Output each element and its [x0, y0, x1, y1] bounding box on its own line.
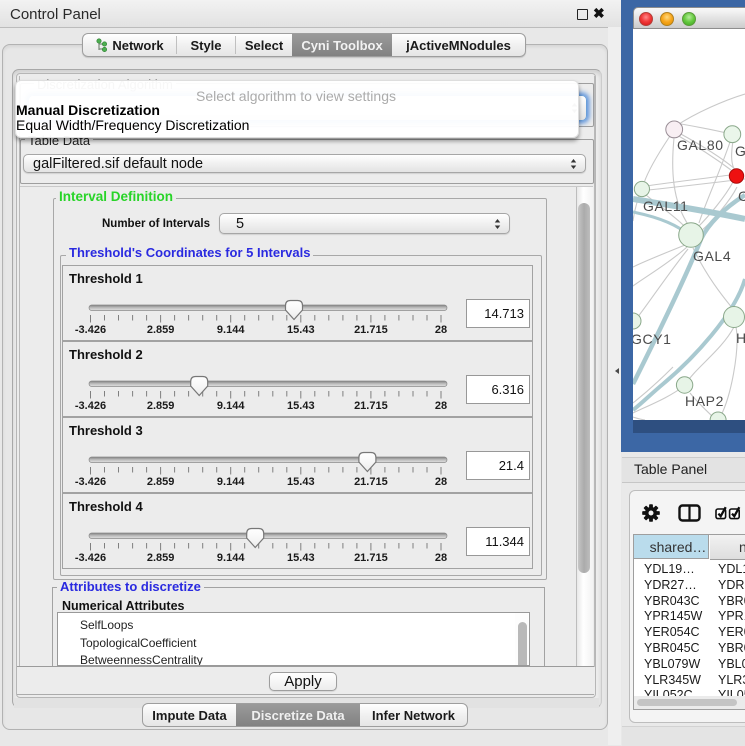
svg-text:9.144: 9.144: [217, 476, 245, 488]
svg-text:28: 28: [435, 476, 447, 488]
svg-text:GA: GA: [735, 143, 745, 159]
svg-text:28: 28: [435, 552, 447, 564]
svg-text:9.144: 9.144: [217, 400, 245, 412]
svg-text:15.43: 15.43: [287, 552, 315, 564]
svg-text:H: H: [736, 330, 745, 346]
svg-text:GAL11: GAL11: [643, 198, 689, 214]
svg-text:-3.426: -3.426: [75, 476, 106, 488]
svg-text:2.859: 2.859: [147, 324, 175, 336]
svg-text:15.43: 15.43: [287, 324, 315, 336]
svg-text:2.859: 2.859: [147, 400, 175, 412]
svg-text:9.144: 9.144: [217, 324, 245, 336]
svg-text:GCY1: GCY1: [633, 331, 672, 347]
svg-text:-3.426: -3.426: [75, 400, 106, 412]
svg-text:21.715: 21.715: [354, 552, 388, 564]
svg-text:28: 28: [435, 324, 447, 336]
svg-text:2.859: 2.859: [147, 552, 175, 564]
svg-text:C: C: [738, 188, 745, 204]
svg-text:-3.426: -3.426: [75, 552, 106, 564]
svg-text:9.144: 9.144: [217, 552, 245, 564]
svg-text:15.43: 15.43: [287, 476, 315, 488]
svg-text:28: 28: [435, 400, 447, 412]
svg-text:GAL4: GAL4: [693, 248, 731, 264]
svg-text:21.715: 21.715: [354, 400, 388, 412]
svg-text:21.715: 21.715: [354, 324, 388, 336]
svg-text:HAP2: HAP2: [685, 393, 724, 409]
svg-text:21.715: 21.715: [354, 476, 388, 488]
svg-text:-3.426: -3.426: [75, 324, 106, 336]
svg-text:15.43: 15.43: [287, 400, 315, 412]
svg-text:GAL80: GAL80: [677, 137, 724, 153]
svg-text:2.859: 2.859: [147, 476, 175, 488]
